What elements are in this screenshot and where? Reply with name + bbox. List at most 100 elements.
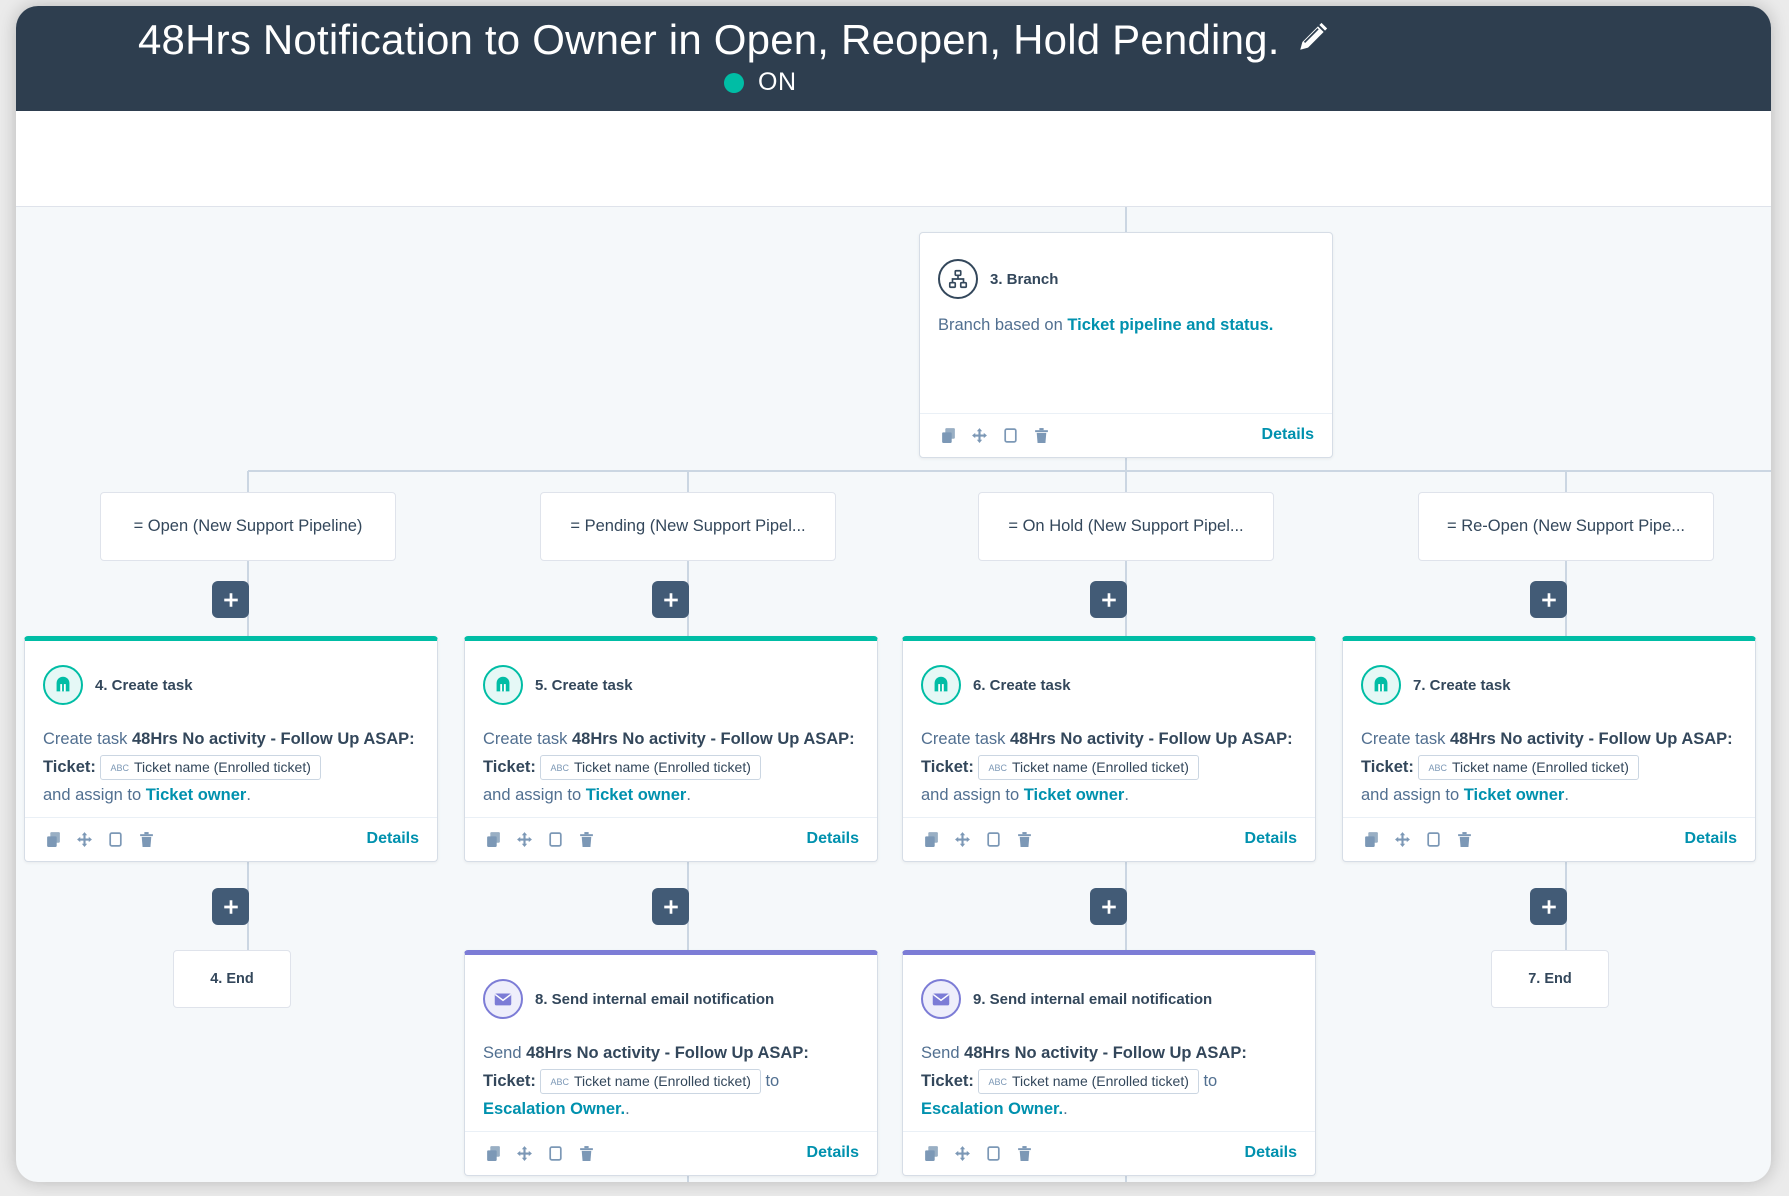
ticket-name-token[interactable]: ABC Ticket name (Enrolled ticket) <box>978 1068 1199 1095</box>
add-action-button[interactable] <box>1530 888 1567 925</box>
add-action-button[interactable] <box>652 581 689 618</box>
send-email-card[interactable]: 9. Send internal email notification Send … <box>902 950 1316 1176</box>
add-action-button[interactable] <box>1530 581 1567 618</box>
move-icon[interactable] <box>76 831 93 848</box>
move-icon[interactable] <box>954 1145 971 1162</box>
delete-icon[interactable] <box>578 1145 595 1162</box>
task-prefix: Create task <box>921 730 1006 748</box>
escalation-owner-link[interactable]: Escalation Owner. <box>483 1100 625 1118</box>
details-link[interactable]: Details <box>1262 426 1314 444</box>
period: . <box>625 1100 630 1118</box>
token-label: Ticket name (Enrolled ticket) <box>1012 1072 1189 1089</box>
create-task-card[interactable]: 6. Create task Create task 48Hrs No activ… <box>902 636 1316 862</box>
clone-icon[interactable] <box>940 427 957 444</box>
ticket-owner-link[interactable]: Ticket owner <box>1464 786 1565 804</box>
ticket-name-token[interactable]: ABC Ticket name (Enrolled ticket) <box>978 754 1199 781</box>
move-icon[interactable] <box>1394 831 1411 848</box>
plus-icon <box>663 899 678 914</box>
move-icon[interactable] <box>954 831 971 848</box>
add-action-button[interactable] <box>212 888 249 925</box>
add-action-button[interactable] <box>1090 888 1127 925</box>
workflow-status[interactable]: ON <box>724 68 797 97</box>
text-token-icon: ABC <box>1428 763 1447 774</box>
assign-text: and assign to <box>1361 786 1460 804</box>
email-subject: 48Hrs No activity - Follow Up ASAP: <box>964 1044 1247 1062</box>
copy-icon[interactable] <box>985 1145 1002 1162</box>
delete-icon[interactable] <box>578 831 595 848</box>
plus-icon <box>663 592 678 607</box>
plus-icon <box>223 899 238 914</box>
details-link[interactable]: Details <box>807 1144 859 1162</box>
token-label: Ticket name (Enrolled ticket) <box>574 1072 751 1089</box>
clone-icon[interactable] <box>923 1145 940 1162</box>
branch-condition-open[interactable]: = Open (New Support Pipeline) <box>100 492 396 561</box>
pencil-icon[interactable] <box>1296 20 1330 54</box>
branch-action-card[interactable]: 3. Branch Branch based on Ticket pipelin… <box>919 232 1333 458</box>
assign-text: and assign to <box>921 786 1020 804</box>
plus-icon <box>1101 592 1116 607</box>
plus-icon <box>1541 592 1556 607</box>
ticket-name-token[interactable]: ABC Ticket name (Enrolled ticket) <box>540 1068 761 1095</box>
task-card-footer: Details <box>903 817 1315 861</box>
clone-icon[interactable] <box>485 831 502 848</box>
token-label: Ticket name (Enrolled ticket) <box>574 758 751 775</box>
clone-icon[interactable] <box>485 1145 502 1162</box>
branch-criteria-link[interactable]: Ticket pipeline and status. <box>1067 316 1273 334</box>
email-prefix: Send <box>483 1044 522 1062</box>
workflow-editor-window: 48Hrs Notification to Owner in Open, Reo… <box>16 6 1771 1182</box>
delete-icon[interactable] <box>138 831 155 848</box>
move-icon[interactable] <box>971 427 988 444</box>
copy-icon[interactable] <box>985 831 1002 848</box>
ticket-owner-link[interactable]: Ticket owner <box>1024 786 1125 804</box>
branch-condition-reopen[interactable]: = Re-Open (New Support Pipe... <box>1418 492 1714 561</box>
delete-icon[interactable] <box>1033 427 1050 444</box>
copy-icon[interactable] <box>1425 831 1442 848</box>
delete-icon[interactable] <box>1456 831 1473 848</box>
copy-icon[interactable] <box>107 831 124 848</box>
branch-condition-on-hold[interactable]: = On Hold (New Support Pipel... <box>978 492 1274 561</box>
details-link[interactable]: Details <box>367 830 419 848</box>
move-icon[interactable] <box>516 1145 533 1162</box>
add-action-button[interactable] <box>1090 581 1127 618</box>
ticket-owner-link[interactable]: Ticket owner <box>146 786 247 804</box>
ticket-name-token[interactable]: ABC Ticket name (Enrolled ticket) <box>100 754 321 781</box>
task-card-header: 4. Create task <box>43 665 193 705</box>
details-link[interactable]: Details <box>807 830 859 848</box>
period: . <box>1063 1100 1068 1118</box>
clone-icon[interactable] <box>923 831 940 848</box>
branch-description: Branch based on Ticket pipeline and stat… <box>938 311 1318 339</box>
clone-icon[interactable] <box>1363 831 1380 848</box>
add-action-button[interactable] <box>212 581 249 618</box>
card-actions <box>923 1145 1033 1162</box>
workflow-title[interactable]: 48Hrs Notification to Owner in Open, Reo… <box>138 16 1280 64</box>
add-action-button[interactable] <box>652 888 689 925</box>
ticket-name-token[interactable]: ABC Ticket name (Enrolled ticket) <box>1418 754 1639 781</box>
task-description: Create task 48Hrs No activity - Follow U… <box>921 725 1301 809</box>
delete-icon[interactable] <box>1016 831 1033 848</box>
ticket-owner-link[interactable]: Ticket owner <box>586 786 687 804</box>
details-link[interactable]: Details <box>1245 1144 1297 1162</box>
end-node: 7. End <box>1491 950 1609 1008</box>
delete-icon[interactable] <box>1016 1145 1033 1162</box>
copy-icon[interactable] <box>547 1145 564 1162</box>
copy-icon[interactable] <box>1002 427 1019 444</box>
ticket-name-token[interactable]: ABC Ticket name (Enrolled ticket) <box>540 754 761 781</box>
clone-icon[interactable] <box>45 831 62 848</box>
email-icon <box>921 979 961 1019</box>
task-prefix: Create task <box>43 730 128 748</box>
create-task-card[interactable]: 4. Create task Create task 48Hrs No activ… <box>24 636 438 862</box>
branch-condition-pending[interactable]: = Pending (New Support Pipel... <box>540 492 836 561</box>
task-card-header: 5. Create task <box>483 665 633 705</box>
move-icon[interactable] <box>516 831 533 848</box>
create-task-card[interactable]: 7. Create task Create task 48Hrs No activ… <box>1342 636 1756 862</box>
details-link[interactable]: Details <box>1245 830 1297 848</box>
details-link[interactable]: Details <box>1685 830 1737 848</box>
copy-icon[interactable] <box>547 831 564 848</box>
email-prefix: Send <box>921 1044 960 1062</box>
email-subject-ticket: Ticket: <box>483 1072 536 1090</box>
create-task-card[interactable]: 5. Create task Create task 48Hrs No activ… <box>464 636 878 862</box>
task-description: Create task 48Hrs No activity - Follow U… <box>483 725 863 809</box>
send-email-card[interactable]: 8. Send internal email notification Send … <box>464 950 878 1176</box>
task-card-footer: Details <box>465 817 877 861</box>
escalation-owner-link[interactable]: Escalation Owner. <box>921 1100 1063 1118</box>
